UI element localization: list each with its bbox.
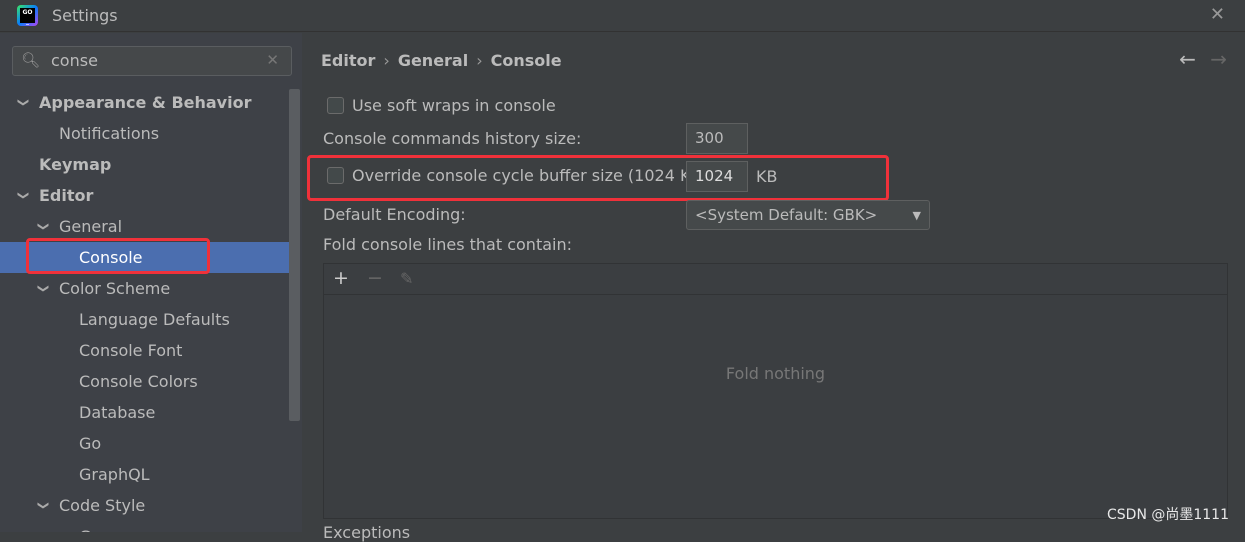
soft-wraps-checkbox[interactable] bbox=[327, 97, 344, 114]
breadcrumb-item[interactable]: General bbox=[398, 51, 468, 70]
tree-item[interactable]: Keymap bbox=[0, 149, 289, 180]
tree-item-label: Color Scheme bbox=[59, 279, 171, 298]
tree-item-label: Database bbox=[79, 403, 156, 422]
forward-arrow-icon[interactable]: → bbox=[1210, 47, 1227, 71]
clear-search-icon[interactable]: ✕ bbox=[266, 51, 279, 69]
fold-lines-list: + − ✎ Fold nothing bbox=[323, 263, 1228, 519]
encoding-dropdown[interactable]: <System Default: GBK> ▼ bbox=[686, 200, 930, 230]
chevron-down-icon[interactable]: ❯ bbox=[8, 98, 39, 107]
tree-item-label: Language Defaults bbox=[79, 310, 230, 329]
breadcrumb-item[interactable]: Editor bbox=[321, 51, 375, 70]
breadcrumb: Editor › General › Console bbox=[321, 51, 562, 70]
highlight-box-console bbox=[26, 238, 210, 274]
tree-item-label: GraphQL bbox=[79, 465, 150, 484]
encoding-label: Default Encoding: bbox=[323, 205, 466, 224]
fold-lines-label: Fold console lines that contain: bbox=[323, 235, 572, 254]
soft-wraps-label: Use soft wraps in console bbox=[352, 96, 556, 115]
dropdown-arrow-icon: ▼ bbox=[912, 209, 921, 222]
highlight-box-override bbox=[307, 155, 889, 201]
chevron-down-icon[interactable]: ❯ bbox=[28, 284, 59, 293]
tree-item[interactable]: Console Colors bbox=[0, 366, 289, 397]
sidebar: 🔍︎ ✕ ❯Appearance & BehaviorNotifications… bbox=[0, 33, 302, 532]
tree-item-label: Console Colors bbox=[79, 372, 198, 391]
tree-item[interactable]: GraphQL bbox=[0, 459, 289, 490]
tree-item-label: Go bbox=[79, 434, 102, 453]
title-bar: GO _ Settings ✕ bbox=[0, 0, 1245, 32]
watermark: CSDN @尚墨1111 bbox=[1107, 507, 1229, 523]
tree-item[interactable]: Notifications bbox=[0, 118, 289, 149]
edit-icon[interactable]: ✎ bbox=[400, 269, 413, 288]
tree-item[interactable]: Console Font bbox=[0, 335, 289, 366]
main-panel: Editor › General › Console ← → Use soft wrap… bbox=[302, 33, 1245, 542]
tree-item[interactable]: ❯ Appearance & Behavior bbox=[0, 87, 289, 118]
tree-item-label: Console Font bbox=[79, 341, 183, 360]
history-size-input[interactable]: 300 bbox=[686, 123, 748, 154]
tree-item-label: Keymap bbox=[39, 155, 112, 174]
history-size-label: Console commands history size: bbox=[323, 129, 582, 148]
chevron-down-icon[interactable]: ❯ bbox=[28, 222, 59, 231]
tree-item[interactable]: Go bbox=[0, 428, 289, 459]
tree-item[interactable]: Language Defaults bbox=[0, 304, 289, 335]
window-title: Settings bbox=[52, 6, 118, 25]
empty-list-text: Fold nothing bbox=[725, 364, 826, 383]
chevron-down-icon[interactable]: ❯ bbox=[28, 501, 59, 510]
breadcrumb-item: Console bbox=[490, 51, 562, 70]
tree-item[interactable]: ❯ Color Scheme bbox=[0, 273, 289, 304]
tree-item[interactable]: ❯ Editor bbox=[0, 180, 289, 211]
tree-item-label: Go bbox=[79, 521, 101, 532]
search-box[interactable]: 🔍︎ ✕ bbox=[12, 46, 292, 76]
back-arrow-icon[interactable]: ← bbox=[1179, 47, 1196, 71]
sidebar-scrollbar[interactable] bbox=[289, 89, 300, 421]
tree-item[interactable]: ❯ Code Style bbox=[0, 490, 289, 521]
tree-item[interactable]: Go bbox=[0, 521, 289, 532]
close-icon[interactable]: ✕ bbox=[1210, 4, 1225, 25]
list-toolbar: + − ✎ bbox=[324, 264, 1227, 295]
goland-logo-icon: GO _ bbox=[17, 5, 38, 26]
remove-icon[interactable]: − bbox=[367, 267, 383, 289]
tree-item-label: Appearance & Behavior bbox=[39, 93, 252, 112]
tree-item-label: Notifications bbox=[59, 124, 160, 143]
tree-item[interactable]: Database bbox=[0, 397, 289, 428]
tree-item-label: Editor bbox=[39, 186, 94, 205]
encoding-value: <System Default: GBK> bbox=[695, 206, 878, 224]
settings-tree: ❯ Appearance & Behavior Notifications Keyma… bbox=[0, 87, 289, 532]
add-icon[interactable]: + bbox=[333, 267, 349, 289]
chevron-down-icon[interactable]: ❯ bbox=[8, 191, 39, 200]
search-icon: 🔍︎ bbox=[21, 51, 41, 69]
tree-item-label: Code Style bbox=[59, 496, 146, 515]
exceptions-label: Exceptions bbox=[323, 523, 411, 542]
search-input[interactable] bbox=[51, 51, 251, 70]
